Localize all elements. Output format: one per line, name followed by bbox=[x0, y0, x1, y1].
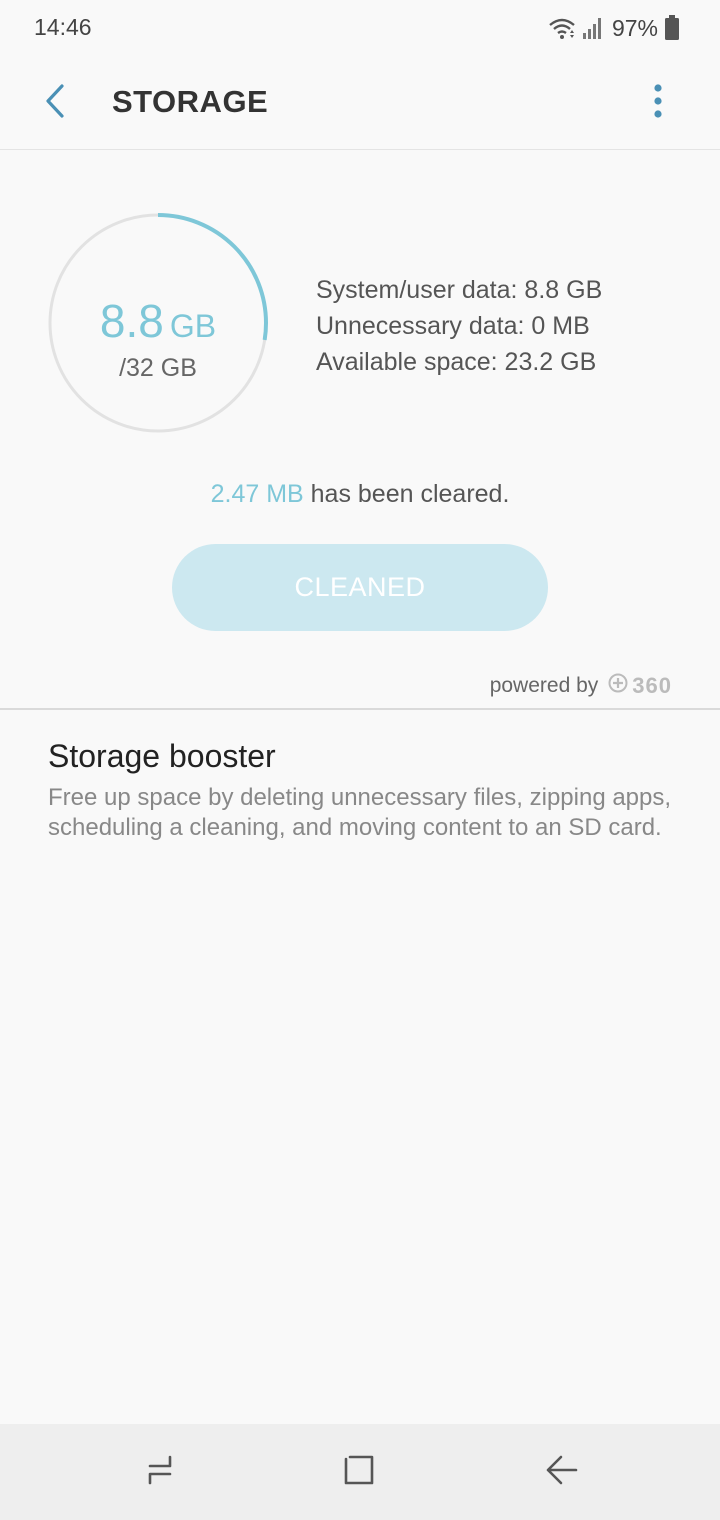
powered-by: powered by 360 bbox=[490, 673, 672, 699]
app-bar-divider bbox=[0, 149, 720, 150]
navigation-bar bbox=[0, 1424, 720, 1520]
cleared-message: 2.47 MB has been cleared. bbox=[0, 480, 720, 509]
storage-screen: 14:46 97% STORAGE 8.8 GB /32 GB System/u… bbox=[0, 0, 720, 1520]
status-bar: 14:46 97% bbox=[0, 0, 720, 56]
detail-system-user-data: System/user data: 8.8 GB bbox=[316, 276, 603, 304]
total-storage: /32 GB bbox=[119, 354, 197, 382]
storage-details: System/user data: 8.8 GB Unnecessary dat… bbox=[316, 272, 602, 380]
nav-back-button[interactable] bbox=[538, 1452, 586, 1492]
cleared-suffix: has been cleared. bbox=[303, 480, 510, 508]
recent-apps-icon bbox=[142, 1453, 178, 1492]
section-divider bbox=[0, 708, 720, 710]
storage-booster-title: Storage booster bbox=[48, 738, 276, 774]
storage-usage-ring: 8.8 GB /32 GB bbox=[47, 212, 269, 434]
back-button[interactable] bbox=[30, 78, 80, 128]
back-icon bbox=[544, 1452, 580, 1493]
page-title: STORAGE bbox=[112, 84, 269, 119]
detail-available-space: Available space: 23.2 GB bbox=[316, 348, 597, 376]
app-bar: STORAGE bbox=[0, 56, 720, 149]
brand-name: 360 bbox=[632, 673, 672, 698]
wifi-icon bbox=[548, 16, 576, 40]
used-unit: GB bbox=[169, 308, 217, 344]
cleaned-button[interactable]: CLEANED bbox=[172, 544, 548, 631]
status-icons: 97% bbox=[548, 12, 680, 44]
powered-by-label: powered by bbox=[489, 674, 599, 697]
battery-icon bbox=[664, 15, 680, 41]
more-options-button[interactable] bbox=[636, 78, 680, 128]
back-arrow-icon bbox=[43, 83, 67, 124]
home-icon bbox=[342, 1452, 378, 1493]
cleared-amount: 2.47 MB bbox=[210, 480, 304, 508]
battery-percent: 97% bbox=[611, 14, 658, 41]
more-vert-icon bbox=[653, 83, 663, 124]
storage-booster-description: Free up space by deleting unnecessary fi… bbox=[48, 784, 672, 841]
recent-apps-button[interactable] bbox=[136, 1452, 184, 1492]
home-button[interactable] bbox=[336, 1452, 384, 1492]
signal-icon bbox=[582, 16, 604, 40]
brand-logo: 360 bbox=[608, 673, 672, 699]
used-storage: 8.8 GB bbox=[47, 294, 269, 348]
used-value: 8.8 bbox=[99, 295, 164, 347]
detail-unnecessary-data: Unnecessary data: 0 MB bbox=[316, 312, 590, 340]
storage-booster-item[interactable]: Storage booster Free up space by deletin… bbox=[48, 738, 678, 843]
plus-circle-icon bbox=[608, 673, 628, 699]
status-time: 14:46 bbox=[34, 14, 92, 40]
